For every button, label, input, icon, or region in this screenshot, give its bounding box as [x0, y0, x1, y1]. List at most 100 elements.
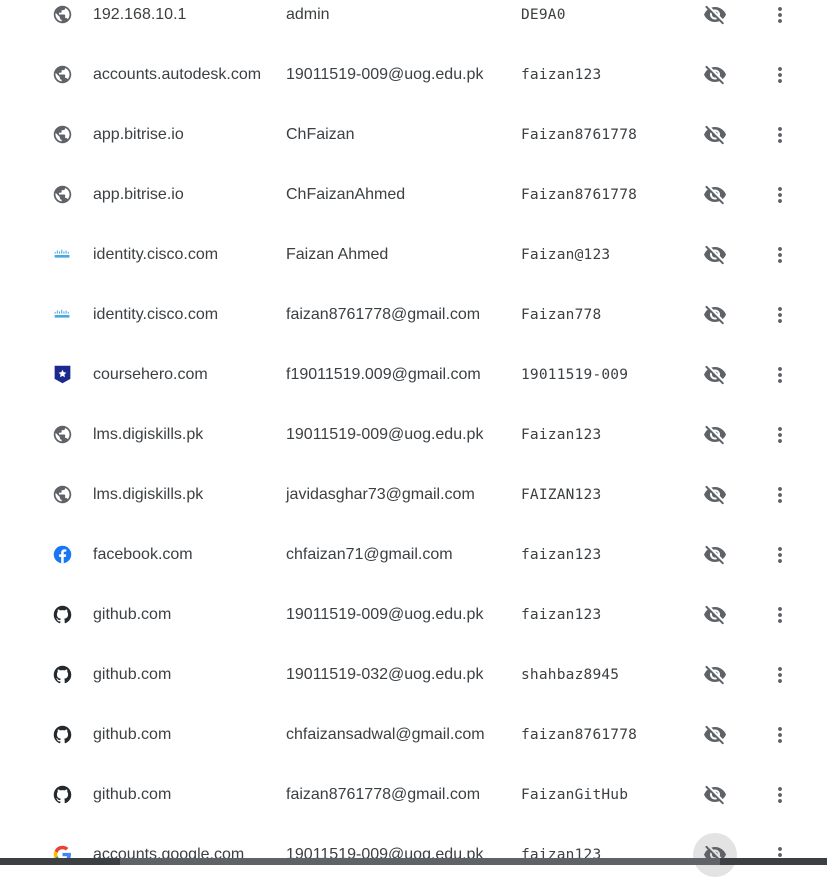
hide-password-button[interactable] — [693, 233, 737, 277]
more-actions-button[interactable] — [764, 179, 796, 211]
globe-icon — [52, 4, 73, 25]
more-actions-button[interactable] — [764, 239, 796, 271]
more-vert-icon — [768, 123, 792, 147]
username: chfaizansadwal@gmail.com — [286, 726, 485, 743]
eye-off-icon — [703, 243, 727, 267]
eye-off-icon — [703, 183, 727, 207]
password-value: faizan8761778 — [521, 727, 638, 743]
password-row: accounts.autodesk.com 19011519-009@uog.ed… — [0, 45, 827, 105]
username: 19011519-032@uog.edu.pk — [286, 666, 484, 683]
username: faizan8761778@gmail.com — [286, 306, 481, 323]
hide-password-button[interactable] — [693, 593, 737, 637]
hide-password-button[interactable] — [693, 413, 737, 457]
more-actions-button[interactable] — [764, 839, 796, 871]
password-row: accounts.google.com 19011519-009@uog.edu.… — [0, 825, 827, 885]
hide-password-button[interactable] — [693, 713, 737, 757]
more-vert-icon — [768, 483, 792, 507]
github-icon — [52, 604, 73, 625]
site-link[interactable]: github.com — [93, 726, 171, 744]
hide-password-button[interactable] — [693, 173, 737, 217]
eye-off-icon — [703, 363, 727, 387]
eye-off-icon — [703, 543, 727, 567]
site-link[interactable]: github.com — [93, 666, 171, 684]
hide-password-button[interactable] — [693, 353, 737, 397]
eye-off-icon — [703, 63, 727, 87]
username: admin — [286, 6, 330, 23]
password-value: faizan123 — [521, 547, 602, 563]
hide-password-button[interactable] — [693, 53, 737, 97]
hide-password-button[interactable] — [693, 653, 737, 697]
eye-off-icon — [703, 483, 727, 507]
password-row: github.com chfaizansadwal@gmail.com faizan… — [0, 705, 827, 765]
site-link[interactable]: facebook.com — [93, 546, 193, 564]
password-value: faizan123 — [521, 607, 602, 623]
site-link[interactable]: 192.168.10.1 — [93, 6, 186, 24]
password-row: facebook.com chfaizan71@gmail.com faizan12… — [0, 525, 827, 585]
password-row: github.com 19011519-009@uog.edu.pk faizan1… — [0, 585, 827, 645]
more-actions-button[interactable] — [764, 539, 796, 571]
username: chfaizan71@gmail.com — [286, 546, 453, 563]
eye-off-icon — [703, 723, 727, 747]
globe-icon — [52, 124, 73, 145]
eye-off-icon — [703, 423, 727, 447]
facebook-icon — [52, 544, 73, 565]
more-vert-icon — [768, 303, 792, 327]
hide-password-button[interactable] — [693, 773, 737, 817]
hide-password-button[interactable] — [693, 0, 737, 37]
globe-icon — [52, 64, 73, 85]
password-value: Faizan123 — [521, 427, 602, 443]
more-actions-button[interactable] — [764, 0, 796, 31]
more-vert-icon — [768, 663, 792, 687]
password-row: coursehero.com f19011519.009@gmail.com 190… — [0, 345, 827, 405]
more-vert-icon — [768, 183, 792, 207]
site-link[interactable]: coursehero.com — [93, 366, 208, 384]
more-actions-button[interactable] — [764, 599, 796, 631]
username: 19011519-009@uog.edu.pk — [286, 606, 484, 623]
site-link[interactable]: github.com — [93, 606, 171, 624]
site-link[interactable]: app.bitrise.io — [93, 186, 184, 204]
username: 19011519-009@uog.edu.pk — [286, 426, 484, 443]
username: 19011519-009@uog.edu.pk — [286, 66, 484, 83]
password-value: shahbaz8945 — [521, 667, 620, 683]
more-vert-icon — [768, 63, 792, 87]
more-vert-icon — [768, 723, 792, 747]
site-link[interactable]: app.bitrise.io — [93, 126, 184, 144]
site-link[interactable]: lms.digiskills.pk — [93, 426, 203, 444]
more-vert-icon — [768, 243, 792, 267]
username: faizan8761778@gmail.com — [286, 786, 481, 803]
globe-icon — [52, 184, 73, 205]
more-vert-icon — [768, 603, 792, 627]
coursehero-icon — [52, 364, 73, 385]
hide-password-button[interactable] — [693, 833, 737, 877]
password-row: github.com faizan8761778@gmail.com FaizanG… — [0, 765, 827, 825]
more-actions-button[interactable] — [764, 59, 796, 91]
site-link[interactable]: identity.cisco.com — [93, 246, 218, 264]
cisco-icon — [52, 304, 73, 325]
password-value: 19011519-009 — [521, 367, 629, 383]
scrollbar-thumb[interactable] — [120, 858, 720, 865]
hide-password-button[interactable] — [693, 533, 737, 577]
site-link[interactable]: lms.digiskills.pk — [93, 486, 203, 504]
more-actions-button[interactable] — [764, 479, 796, 511]
site-link[interactable]: github.com — [93, 786, 171, 804]
site-link[interactable]: accounts.autodesk.com — [93, 66, 261, 84]
more-actions-button[interactable] — [764, 299, 796, 331]
site-link[interactable]: identity.cisco.com — [93, 306, 218, 324]
eye-off-icon — [703, 123, 727, 147]
globe-icon — [52, 424, 73, 445]
more-actions-button[interactable] — [764, 359, 796, 391]
hide-password-button[interactable] — [693, 113, 737, 157]
hide-password-button[interactable] — [693, 293, 737, 337]
username: ChFaizanAhmed — [286, 186, 406, 203]
hide-password-button[interactable] — [693, 473, 737, 517]
github-icon — [52, 664, 73, 685]
more-vert-icon — [768, 423, 792, 447]
more-actions-button[interactable] — [764, 779, 796, 811]
github-icon — [52, 784, 73, 805]
password-row: identity.cisco.com faizan8761778@gmail.co… — [0, 285, 827, 345]
more-actions-button[interactable] — [764, 119, 796, 151]
more-actions-button[interactable] — [764, 719, 796, 751]
eye-off-icon — [703, 303, 727, 327]
more-actions-button[interactable] — [764, 659, 796, 691]
more-actions-button[interactable] — [764, 419, 796, 451]
